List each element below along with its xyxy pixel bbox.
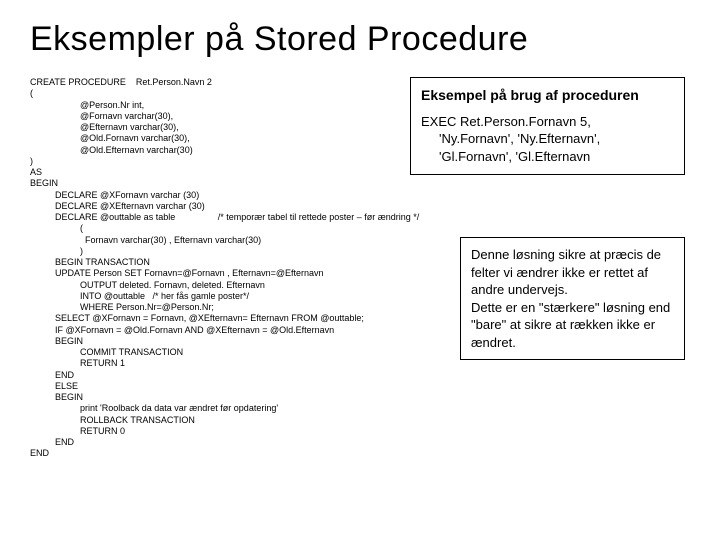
slide: Eksempler på Stored Procedure CREATE PRO… <box>0 0 720 540</box>
explanation-text: Denne løsning sikre at præcis de felter … <box>471 246 674 351</box>
usage-example-body: EXEC Ret.Person.Fornavn 5, 'Ny.Fornavn',… <box>421 113 674 166</box>
slide-title: Eksempler på Stored Procedure <box>30 20 690 59</box>
usage-example-box: Eksempel på brug af proceduren EXEC Ret.… <box>410 77 685 175</box>
usage-example-header: Eksempel på brug af proceduren <box>421 86 674 105</box>
explanation-box: Denne løsning sikre at præcis de felter … <box>460 237 685 360</box>
content-area: CREATE PROCEDURE Ret.Person.Navn 2 ( @Pe… <box>30 77 690 460</box>
